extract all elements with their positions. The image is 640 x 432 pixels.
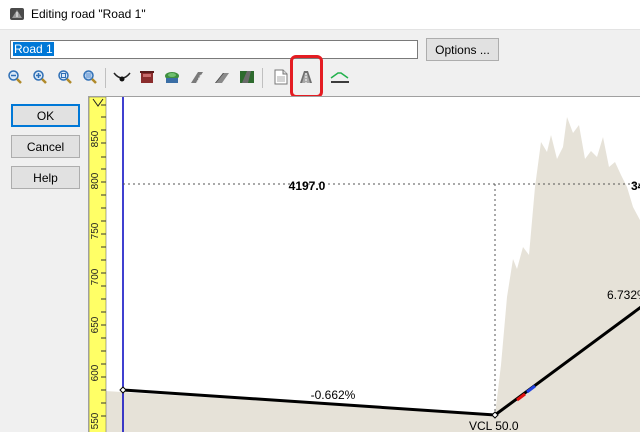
tick-label: 600 — [90, 364, 101, 381]
ok-button[interactable]: OK — [11, 104, 80, 127]
road-surface-icon[interactable] — [187, 67, 207, 87]
vcl-label: VCL 50.0 — [469, 419, 519, 432]
grade-label: -0.662% — [311, 388, 356, 402]
road-shoulder-icon[interactable] — [212, 67, 232, 87]
title-bar: Editing road "Road 1" — [0, 0, 640, 30]
tick-label: 800 — [90, 172, 101, 189]
tick-label: 550 — [90, 412, 101, 429]
tick-label: 650 — [90, 316, 101, 333]
road-name-input[interactable]: Road 1 — [10, 40, 418, 59]
zoom-in-icon[interactable] — [30, 67, 50, 87]
vertical-curve-icon[interactable] — [112, 67, 132, 87]
road-texture-icon[interactable] — [237, 67, 257, 87]
grade-line-icon[interactable] — [330, 67, 350, 87]
profile-view[interactable]: 850 800 750 700 650 600 550 4197.0 34 -0… — [88, 96, 640, 432]
fill-icon[interactable] — [162, 67, 182, 87]
help-button[interactable]: Help — [11, 166, 80, 189]
tick-label: 850 — [90, 130, 101, 147]
profile-canvas: 850 800 750 700 650 600 550 4197.0 34 -0… — [89, 97, 640, 432]
app-icon — [10, 8, 24, 20]
cut-icon[interactable] — [137, 67, 157, 87]
distance-label: 4197.0 — [289, 179, 326, 193]
options-button[interactable]: Options ... — [426, 38, 499, 61]
road-name-value: Road 1 — [13, 42, 54, 56]
zoom-extents-icon[interactable] — [80, 67, 100, 87]
tick-label: 750 — [90, 222, 101, 239]
tick-label: 700 — [90, 268, 101, 285]
grade-label: 6.732% — [607, 288, 640, 302]
zoom-out-icon[interactable] — [5, 67, 25, 87]
report-icon[interactable] — [271, 67, 291, 87]
cancel-button[interactable]: Cancel — [11, 135, 80, 158]
toolbar-separator — [262, 68, 263, 88]
terrain-area — [89, 117, 640, 432]
distance-label-truncated: 34 — [631, 179, 640, 193]
highlight-annotation — [290, 55, 323, 98]
window-title: Editing road "Road 1" — [31, 7, 146, 21]
zoom-window-icon[interactable] — [55, 67, 75, 87]
toolbar-separator — [105, 68, 106, 88]
